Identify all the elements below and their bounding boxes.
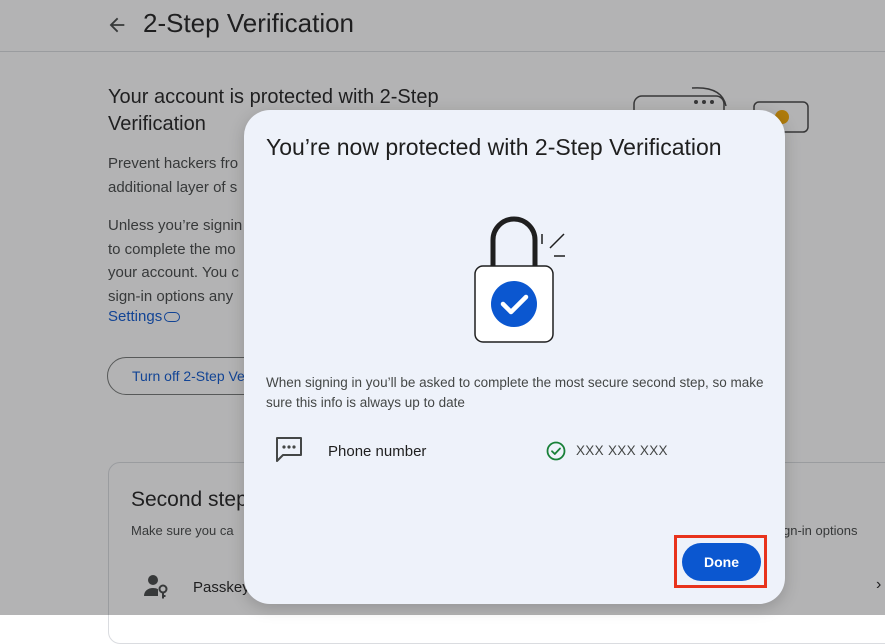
lock-check-illustration (474, 216, 565, 343)
check-circle-icon (546, 441, 566, 461)
message-dots-icon (276, 437, 302, 462)
confirmation-dialog: You’re now protected with 2-Step Verific… (244, 110, 785, 604)
phone-number-value: XXX XXX XXX (576, 443, 668, 458)
dialog-title: You’re now protected with 2-Step Verific… (266, 134, 722, 160)
done-button[interactable]: Done (682, 543, 761, 581)
phone-number-label: Phone number (328, 443, 427, 460)
dialog-description: When signing in you’ll be asked to compl… (266, 375, 764, 410)
